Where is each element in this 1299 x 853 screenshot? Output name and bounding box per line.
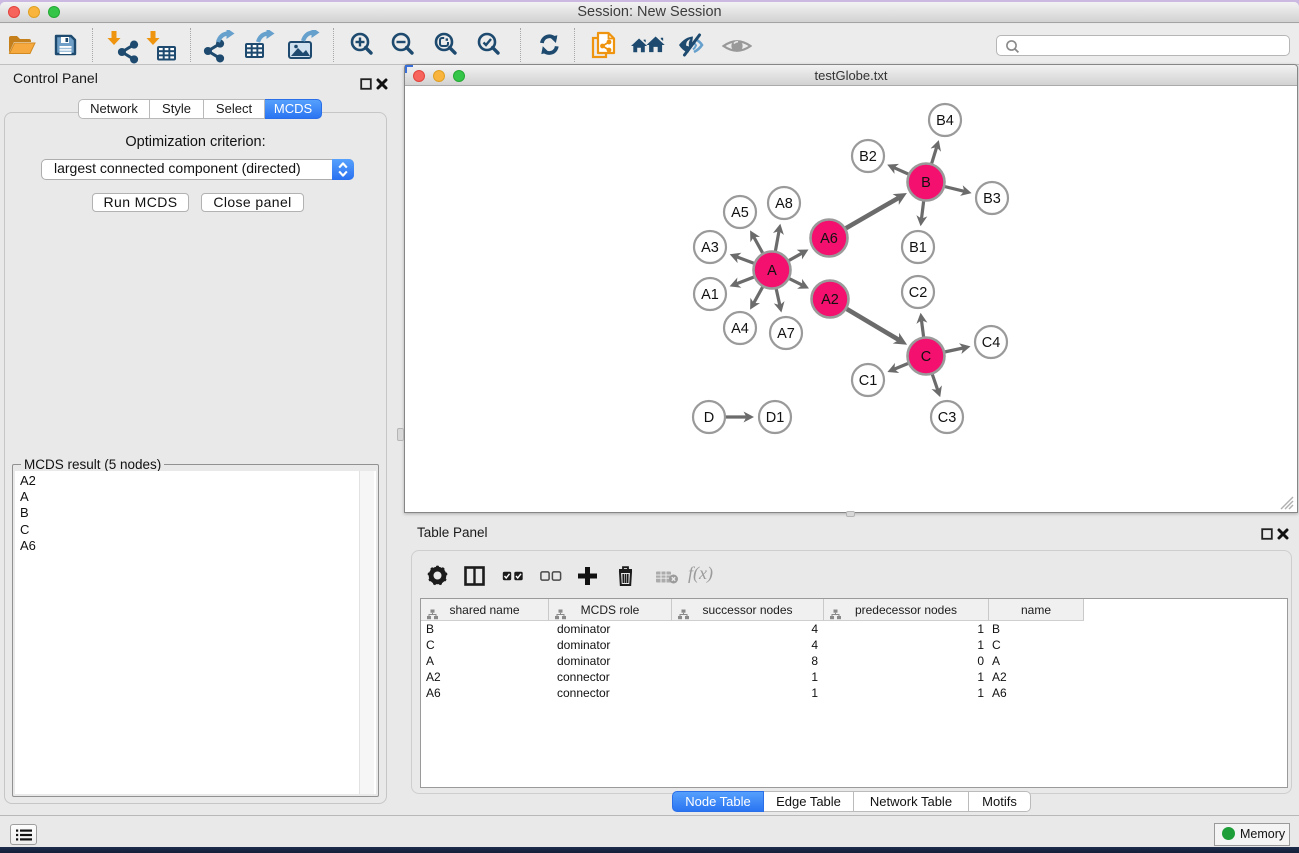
svg-text:D: D <box>704 410 714 426</box>
svg-text:B3: B3 <box>983 191 1001 207</box>
svg-text:C: C <box>921 349 931 365</box>
svg-text:B2: B2 <box>859 149 877 165</box>
svg-text:C1: C1 <box>859 373 878 389</box>
svg-text:B1: B1 <box>909 240 927 256</box>
svg-text:A4: A4 <box>731 321 749 337</box>
svg-text:A: A <box>767 263 777 279</box>
svg-text:A7: A7 <box>777 326 795 342</box>
svg-text:A2: A2 <box>821 292 839 308</box>
svg-text:D1: D1 <box>766 410 785 426</box>
svg-text:B4: B4 <box>936 113 954 129</box>
svg-text:C2: C2 <box>909 285 928 301</box>
svg-text:A8: A8 <box>775 196 793 212</box>
svg-text:A5: A5 <box>731 205 749 221</box>
svg-text:B: B <box>921 175 931 191</box>
svg-text:A1: A1 <box>701 287 719 303</box>
svg-text:A6: A6 <box>820 231 838 247</box>
svg-text:C4: C4 <box>982 335 1001 351</box>
svg-text:C3: C3 <box>938 410 957 426</box>
svg-text:A3: A3 <box>701 240 719 256</box>
